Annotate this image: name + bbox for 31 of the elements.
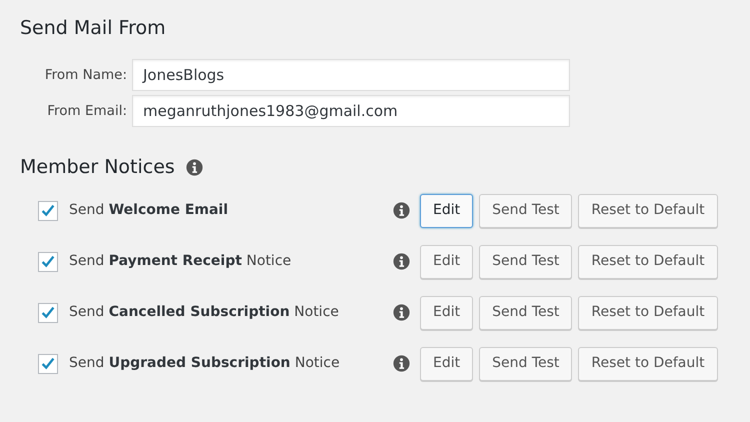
field-label: From Name: [44, 66, 127, 85]
info-icon[interactable] [393, 304, 410, 321]
reset-button[interactable]: Reset to Default [578, 244, 718, 278]
checkbox[interactable] [38, 354, 58, 374]
edit-button[interactable]: Edit [420, 244, 474, 278]
info-icon[interactable] [393, 253, 410, 270]
edit-button[interactable]: Edit [420, 296, 474, 330]
notice-label: Send Welcome Email [69, 201, 230, 220]
reset-button[interactable]: Reset to Default [578, 346, 718, 380]
input-field[interactable]: JonesBlogs [132, 59, 570, 91]
send-test-button[interactable]: Send Test [479, 194, 572, 228]
edit-button[interactable]: Edit [420, 346, 474, 380]
send-test-button[interactable]: Send Test [479, 244, 572, 278]
checkbox[interactable] [38, 200, 58, 220]
notice-label: Send Upgraded Subscription Notice [69, 354, 341, 373]
send-test-button[interactable]: Send Test [479, 296, 572, 330]
info-icon[interactable] [393, 355, 410, 372]
field-label: From Email: [46, 102, 127, 121]
reset-button[interactable]: Reset to Default [578, 194, 718, 228]
input-field[interactable]: meganruthjones1983@gmail.com [132, 95, 570, 127]
section-heading: Member Notices [20, 155, 175, 180]
info-icon[interactable] [393, 202, 410, 219]
checkbox[interactable] [38, 252, 58, 272]
send-test-button[interactable]: Send Test [479, 346, 572, 380]
section-heading: Send Mail From [20, 16, 167, 41]
reset-button[interactable]: Reset to Default [578, 296, 718, 330]
notice-label: Send Cancelled Subscription Notice [69, 303, 340, 322]
edit-button[interactable]: Edit [420, 194, 474, 228]
info-icon[interactable] [186, 158, 203, 176]
checkbox[interactable] [38, 302, 58, 322]
notice-label: Send Payment Receipt Notice [69, 252, 292, 271]
